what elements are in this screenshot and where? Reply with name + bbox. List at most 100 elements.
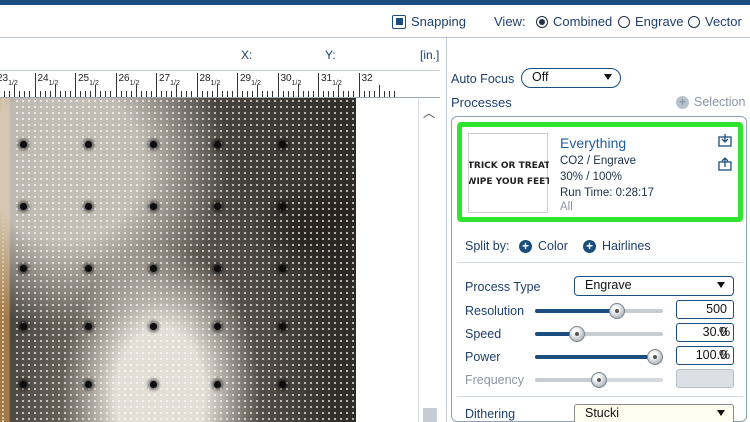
- engrave-preview-pattern: [14, 98, 356, 422]
- ruler-minor-tick: [348, 91, 350, 97]
- import-settings-icon[interactable]: [718, 133, 732, 147]
- snapping-toggle[interactable]: Snapping: [392, 14, 466, 29]
- resolution-slider-knob[interactable]: [609, 303, 625, 319]
- radio-engrave[interactable]: [618, 15, 630, 28]
- process-card-everything[interactable]: TRICK OR TREAT WIPE YOUR FEET Everything…: [457, 122, 743, 222]
- chevron-down-icon: [717, 282, 725, 288]
- speed-slider[interactable]: [535, 326, 663, 342]
- scroll-up-icon[interactable]: ︿: [423, 104, 435, 121]
- ruler-minor-tick: [201, 91, 203, 97]
- ruler-minor-tick: [166, 91, 168, 97]
- ruler-minor-tick: [150, 91, 152, 97]
- ruler-minor-tick: [282, 91, 284, 97]
- ruler-minor-tick: [39, 91, 41, 97]
- plus-icon: +: [676, 95, 689, 109]
- process-type-select[interactable]: Engrave: [574, 276, 734, 296]
- ruler-minor-tick: [388, 91, 390, 97]
- bed-hole: [20, 323, 27, 330]
- view-option-engrave[interactable]: Engrave: [618, 14, 683, 29]
- ruler-minor-tick: [110, 91, 112, 97]
- doormat-text-image: TRICK OR TREAT WIPE YOUR FEET: [467, 161, 553, 187]
- process-material: CO2 / Engrave: [560, 155, 637, 167]
- radio-combined[interactable]: [536, 15, 548, 28]
- resolution-slider[interactable]: [535, 303, 663, 319]
- ruler-minor-tick: [323, 91, 325, 97]
- ruler-minor-tick: [368, 91, 370, 97]
- power-slider[interactable]: [535, 349, 663, 365]
- ruler-minor-tick: [100, 91, 102, 97]
- split-hairlines-label: Hairlines: [602, 239, 651, 253]
- bed-hole: [214, 323, 221, 330]
- process-name: Everything: [560, 135, 627, 151]
- radio-vector[interactable]: [688, 15, 700, 28]
- chevron-down-icon: [604, 74, 612, 80]
- bed-hole: [150, 381, 157, 388]
- chevron-down-icon: [717, 410, 725, 416]
- unit-label[interactable]: [in.]: [420, 48, 439, 62]
- ruler-label: 241/2: [37, 73, 59, 87]
- plus-icon: +: [519, 239, 532, 253]
- process-run-time: Run Time: 0:28:17: [560, 187, 654, 199]
- bed-hole: [150, 265, 157, 272]
- ruler-minor-tick: [145, 91, 147, 97]
- thumbnail-line-2: WIPE YOUR FEET: [469, 177, 549, 187]
- ruler-minor-tick: [373, 91, 375, 97]
- bed-hole: [20, 265, 27, 272]
- ruler-minor-tick: [29, 91, 31, 97]
- power-slider-knob[interactable]: [647, 349, 663, 365]
- processes-heading: Processes: [451, 95, 512, 110]
- ruler-minor-tick: [24, 91, 26, 97]
- dithering-select[interactable]: Stucki: [574, 404, 734, 422]
- ruler-minor-tick: [221, 91, 223, 97]
- process-scope: All: [560, 201, 573, 213]
- export-settings-icon[interactable]: [718, 157, 732, 171]
- ruler-minor-tick: [231, 91, 233, 97]
- ruler-major-tick: [34, 73, 36, 97]
- view-option-combined[interactable]: Combined: [536, 14, 612, 29]
- snapping-checkbox[interactable]: [392, 14, 406, 29]
- scrollbar-thumb[interactable]: [423, 408, 437, 422]
- frequency-input[interactable]: [676, 369, 734, 388]
- vertical-scrollbar[interactable]: ︿: [418, 98, 440, 422]
- bed-hole: [279, 381, 286, 388]
- add-selection-button[interactable]: + Selection: [676, 95, 745, 109]
- ruler-major-tick: [358, 73, 360, 97]
- speed-slider-knob[interactable]: [569, 326, 585, 342]
- frequency-slider-knob[interactable]: [591, 372, 607, 388]
- ruler-minor-tick: [328, 91, 330, 97]
- process-type-label: Process Type: [465, 280, 541, 294]
- bed-hole: [279, 323, 286, 330]
- ruler-minor-tick: [343, 91, 345, 97]
- ruler-major-tick: [115, 73, 117, 97]
- bed-hole: [214, 265, 221, 272]
- ruler-major-tick: [196, 73, 198, 97]
- split-color-button[interactable]: + Color: [519, 239, 568, 253]
- ruler-label: 311/2: [321, 73, 342, 87]
- view-option-vector[interactable]: Vector: [688, 14, 742, 29]
- bed-edge-marker: [2, 98, 4, 422]
- process-thumbnail: TRICK OR TREAT WIPE YOUR FEET: [467, 133, 553, 213]
- ruler-minor-tick: [181, 91, 183, 97]
- ruler-minor-tick: [312, 91, 314, 97]
- frequency-slider[interactable]: [535, 372, 663, 388]
- split-by-label: Split by:: [465, 239, 510, 253]
- bed-hole: [85, 265, 92, 272]
- ruler-label: 32: [361, 73, 373, 84]
- ruler-major-tick: [277, 73, 279, 97]
- bed-hole: [85, 203, 92, 210]
- bed-hole: [150, 141, 157, 148]
- auto-focus-label: Auto Focus: [451, 72, 515, 86]
- process-type-value: Engrave: [585, 278, 632, 292]
- divider: [457, 262, 743, 263]
- resolution-input[interactable]: 500: [676, 300, 734, 319]
- bed-hole: [214, 141, 221, 148]
- bed-hole: [85, 381, 92, 388]
- split-hairlines-button[interactable]: + Hairlines: [583, 239, 651, 253]
- auto-focus-select[interactable]: Off: [521, 68, 621, 88]
- ruler-minor-tick: [262, 91, 264, 97]
- ruler-major-tick: [237, 73, 238, 97]
- ruler-minor-tick: [130, 91, 132, 97]
- design-canvas[interactable]: [0, 98, 418, 422]
- y-coord-label: Y:: [325, 48, 336, 62]
- ruler-label: 301/2: [280, 73, 302, 87]
